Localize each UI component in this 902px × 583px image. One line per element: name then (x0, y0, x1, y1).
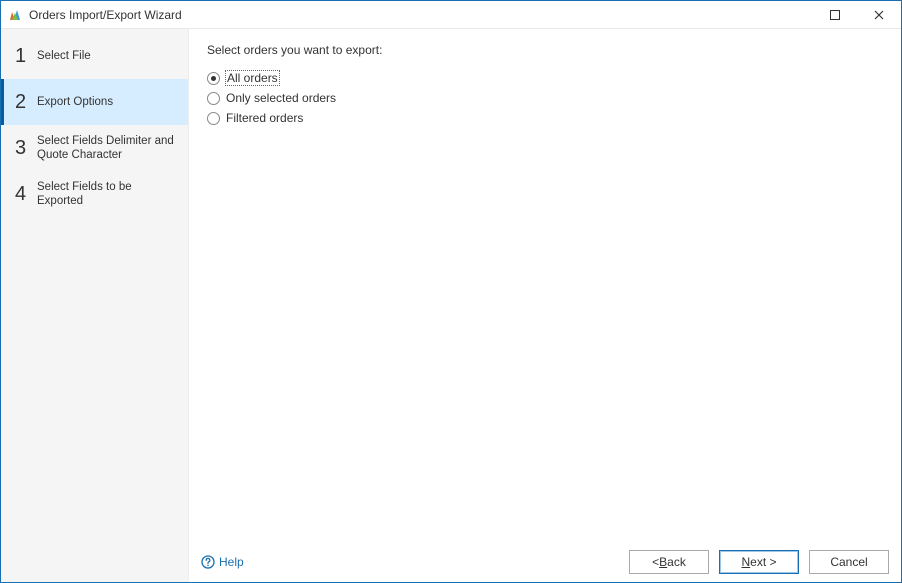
wizard-body: 1 Select File 2 Export Options 3 Select … (1, 29, 901, 582)
step-fields-delimiter[interactable]: 3 Select Fields Delimiter and Quote Char… (1, 125, 188, 171)
radio-label: Filtered orders (226, 111, 303, 125)
wizard-footer: Help < Back Next > Cancel (189, 542, 901, 582)
radio-label: Only selected orders (226, 91, 336, 105)
radio-label: All orders (226, 71, 279, 85)
export-prompt: Select orders you want to export: (207, 43, 883, 57)
wizard-main: Select orders you want to export: All or… (189, 29, 901, 582)
wizard-window: Orders Import/Export Wizard 1 Select Fil… (0, 0, 902, 583)
wizard-steps-sidebar: 1 Select File 2 Export Options 3 Select … (1, 29, 189, 582)
titlebar: Orders Import/Export Wizard (1, 1, 901, 29)
step-label: Select File (37, 49, 91, 63)
window-title: Orders Import/Export Wizard (29, 8, 813, 22)
step-select-file[interactable]: 1 Select File (1, 33, 188, 79)
next-button[interactable]: Next > (719, 550, 799, 574)
step-export-options[interactable]: 2 Export Options (1, 79, 188, 125)
step-number: 3 (15, 137, 33, 160)
help-label: Help (219, 555, 244, 569)
help-icon (201, 555, 215, 569)
close-button[interactable] (857, 1, 901, 29)
app-icon (7, 7, 23, 23)
step-fields-to-export[interactable]: 4 Select Fields to be Exported (1, 171, 188, 217)
step-number: 2 (15, 91, 33, 114)
radio-icon (207, 92, 220, 105)
radio-icon (207, 72, 220, 85)
help-link[interactable]: Help (201, 555, 244, 569)
step-number: 4 (15, 183, 33, 206)
step-number: 1 (15, 45, 33, 68)
radio-all-orders[interactable]: All orders (207, 69, 883, 87)
back-button[interactable]: < Back (629, 550, 709, 574)
step-label: Select Fields to be Exported (37, 180, 178, 209)
cancel-button[interactable]: Cancel (809, 550, 889, 574)
radio-selected-orders[interactable]: Only selected orders (207, 89, 883, 107)
step-label: Select Fields Delimiter and Quote Charac… (37, 134, 178, 163)
maximize-button[interactable] (813, 1, 857, 29)
wizard-content: Select orders you want to export: All or… (189, 29, 901, 542)
radio-filtered-orders[interactable]: Filtered orders (207, 109, 883, 127)
step-label: Export Options (37, 95, 113, 109)
radio-icon (207, 112, 220, 125)
